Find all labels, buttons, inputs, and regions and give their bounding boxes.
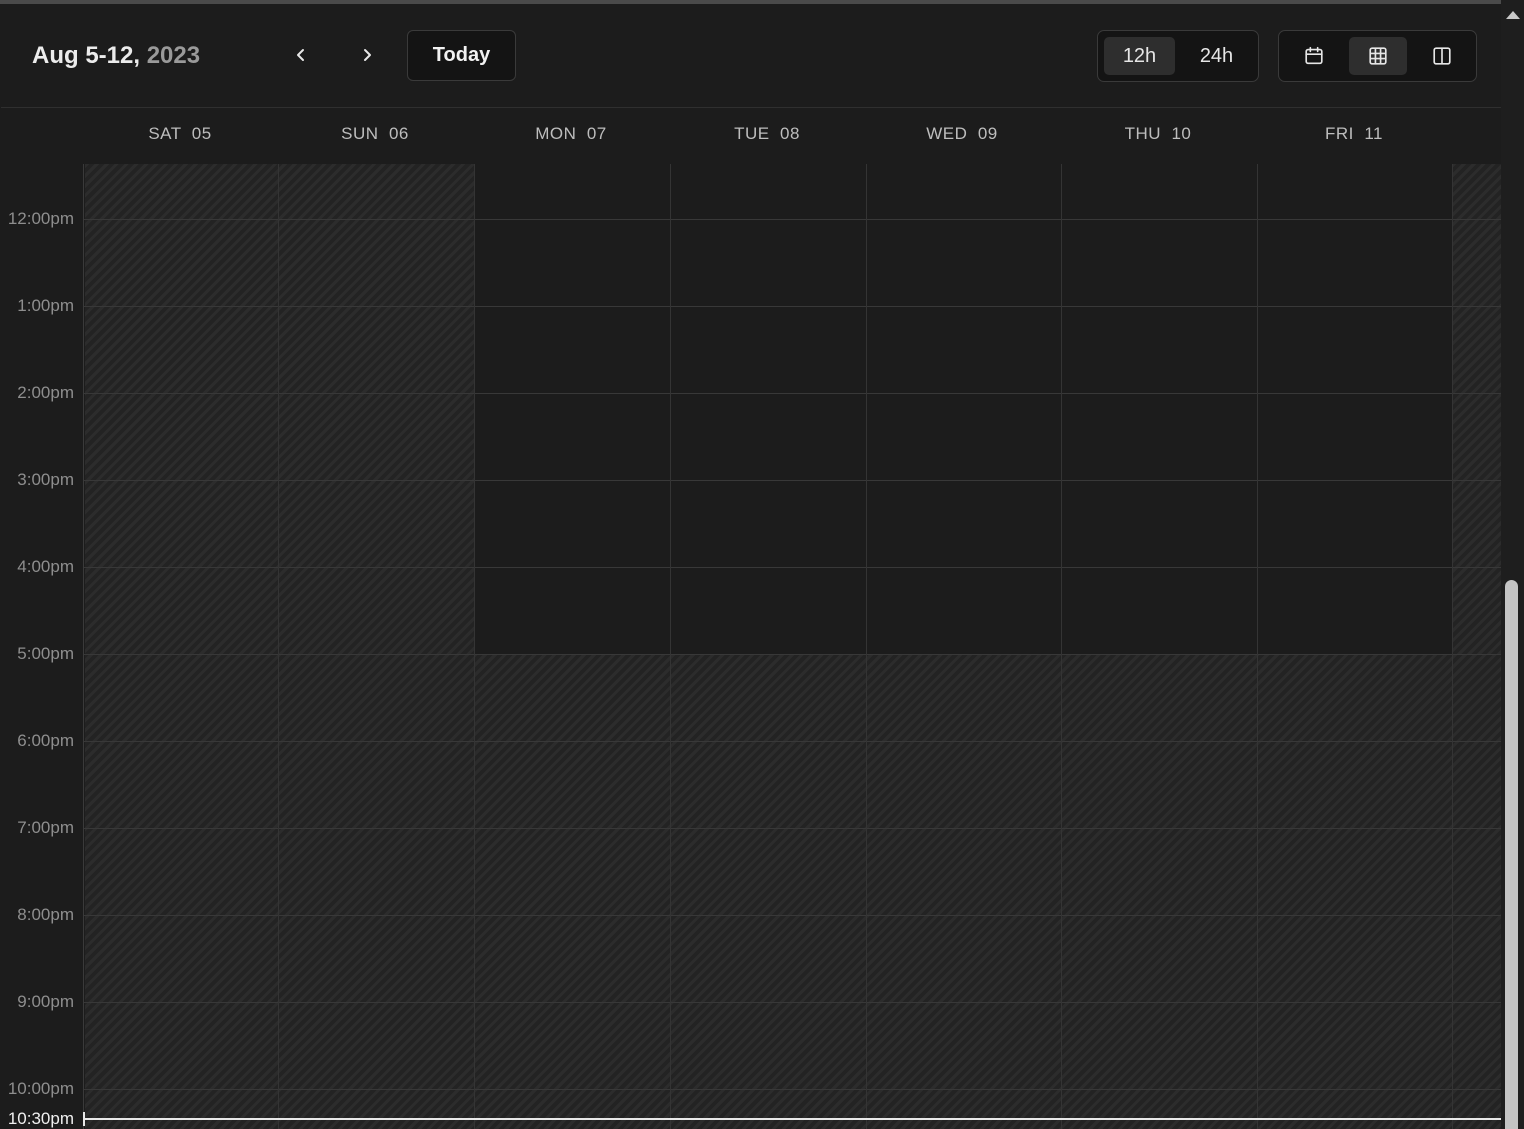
calendar-header: Aug 5-12, 2023 Today 12h 24h [1, 4, 1501, 108]
columns-icon [1433, 47, 1451, 65]
day-column-divider [1061, 164, 1062, 1129]
scroll-up-arrow-icon[interactable] [1506, 11, 1520, 19]
day-header-wed: WED 09 [926, 124, 998, 143]
scrollbar-thumb[interactable] [1505, 580, 1518, 1129]
time-label: 4:00pm [17, 557, 74, 576]
day-header-sat: SAT 05 [148, 124, 212, 143]
date-range-year: 2023 [146, 42, 201, 69]
hour-line [84, 567, 1501, 568]
today-button[interactable]: Today [407, 30, 516, 81]
time-label: 7:00pm [17, 818, 74, 837]
current-time-tick [83, 1112, 85, 1126]
time-label: 10:00pm [7, 1079, 74, 1098]
hour-line [84, 219, 1501, 220]
day-column-divider [278, 164, 279, 1129]
day-column-divider [1257, 164, 1258, 1129]
day-header-row: SAT 05 SUN 06 MON 07 TUE 08 WED 09 THU 1… [1, 108, 1501, 164]
time-format-12h[interactable]: 12h [1104, 37, 1175, 75]
time-label: 3:00pm [17, 470, 74, 489]
day-header-tue: TUE 08 [734, 124, 800, 143]
time-label: 6:00pm [17, 731, 74, 750]
chevron-left-icon [297, 49, 304, 61]
hour-line [84, 741, 1501, 742]
day-header-thu: THU 10 [1124, 124, 1192, 143]
time-label: 9:00pm [17, 992, 74, 1011]
unavailable-after-hours-block [474, 654, 1501, 1129]
date-range-text: Aug 5-12, [32, 42, 141, 69]
column-view-button[interactable] [1415, 37, 1469, 75]
time-label: 1:00pm [17, 296, 74, 315]
day-column-divider [670, 164, 671, 1129]
calendar-app: Aug 5-12, 2023 Today 12h 24h SAT 05 SUN … [0, 0, 1524, 1129]
hour-line [84, 1002, 1501, 1003]
current-time-label: 10:30pm [7, 1109, 74, 1128]
day-column-divider [866, 164, 867, 1129]
hour-line [84, 480, 1501, 481]
current-time-line [84, 1118, 1501, 1120]
date-range-title: Aug 5-12, 2023 [32, 42, 200, 70]
hour-line [84, 654, 1501, 655]
time-label: 5:00pm [17, 644, 74, 663]
calendar-icon [1305, 46, 1323, 65]
prev-week-button[interactable] [284, 38, 318, 72]
day-header-sun: SUN 06 [341, 124, 409, 143]
hour-line [84, 828, 1501, 829]
vertical-scrollbar[interactable] [1501, 0, 1524, 1129]
time-label: 12:00pm [7, 209, 74, 228]
chevron-right-icon [364, 49, 371, 61]
time-format-24h[interactable]: 24h [1181, 37, 1252, 75]
time-label: 2:00pm [17, 383, 74, 402]
unavailable-edge-block [1452, 164, 1501, 654]
hour-line [84, 1089, 1501, 1090]
unavailable-weekend-block [85, 164, 474, 1129]
hour-line [84, 393, 1501, 394]
hour-line [84, 306, 1501, 307]
hour-line [84, 915, 1501, 916]
day-header-fri: FRI 11 [1325, 124, 1383, 143]
day-column-divider [1452, 164, 1453, 1129]
day-column-divider [474, 164, 475, 1129]
grid-icon [1369, 47, 1387, 65]
time-format-toggle: 12h 24h [1097, 30, 1259, 82]
week-view-button[interactable] [1349, 37, 1407, 75]
day-header-mon: MON 07 [535, 124, 607, 143]
week-time-grid[interactable]: 12:00pm 1:00pm 2:00pm 3:00pm 4:00pm 5:00… [0, 164, 1501, 1129]
month-view-button[interactable] [1287, 37, 1341, 75]
time-label: 8:00pm [17, 905, 74, 924]
next-week-button[interactable] [350, 38, 384, 72]
view-mode-toggle [1278, 30, 1477, 82]
